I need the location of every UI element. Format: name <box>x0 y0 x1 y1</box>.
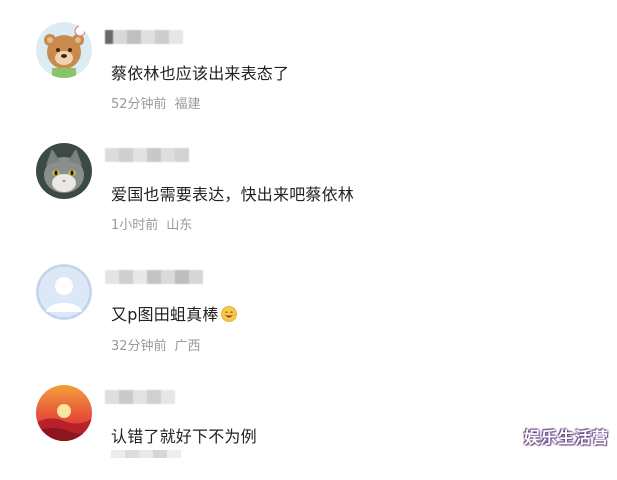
username-blurred[interactable] <box>105 148 189 162</box>
default-user-avatar-icon[interactable] <box>36 264 92 320</box>
comment-meta: 32分钟前 广西 <box>111 335 201 354</box>
comment-item: 又p图田蛆真棒 32分钟前 广西 <box>0 240 617 360</box>
bear-avatar-icon[interactable] <box>36 22 92 78</box>
comment-text-content: 又p图田蛆真棒 <box>111 305 219 324</box>
comment-time: 52分钟前 <box>111 97 167 112</box>
comment-item: 蔡依林也应该出来表态了 52分钟前 福建 <box>0 0 617 120</box>
comment-location: 福建 <box>174 97 201 112</box>
comment-item: 爱国也需要表达，快出来吧蔡依林 1小时前 山东 <box>0 120 617 240</box>
username-blurred[interactable] <box>105 390 175 404</box>
comment-text: 爱国也需要表达，快出来吧蔡依林 <box>111 185 355 204</box>
username-blurred[interactable] <box>105 30 183 44</box>
comment-meta: 1小时前 山东 <box>111 214 192 233</box>
comment-text: 蔡依林也应该出来表态了 <box>111 64 290 83</box>
comment-meta: 52分钟前 福建 <box>111 93 201 112</box>
comment-meta-cutoff <box>111 450 201 458</box>
comment-location: 山东 <box>166 218 193 233</box>
grin-emoji-icon <box>220 306 237 322</box>
cat-avatar-icon[interactable] <box>36 143 92 199</box>
sunset-avatar-icon[interactable] <box>36 385 92 441</box>
comment-item: 认错了就好下不为例 <box>0 360 617 480</box>
comment-text: 认错了就好下不为例 <box>111 427 257 446</box>
comment-text: 又p图田蛆真棒 <box>111 301 237 325</box>
comment-time: 32分钟前 <box>111 339 167 354</box>
username-blurred[interactable] <box>105 270 203 284</box>
comment-time: 1小时前 <box>111 218 159 233</box>
watermark-text: 娱乐生活营 <box>523 428 609 447</box>
comment-location: 广西 <box>174 339 201 354</box>
